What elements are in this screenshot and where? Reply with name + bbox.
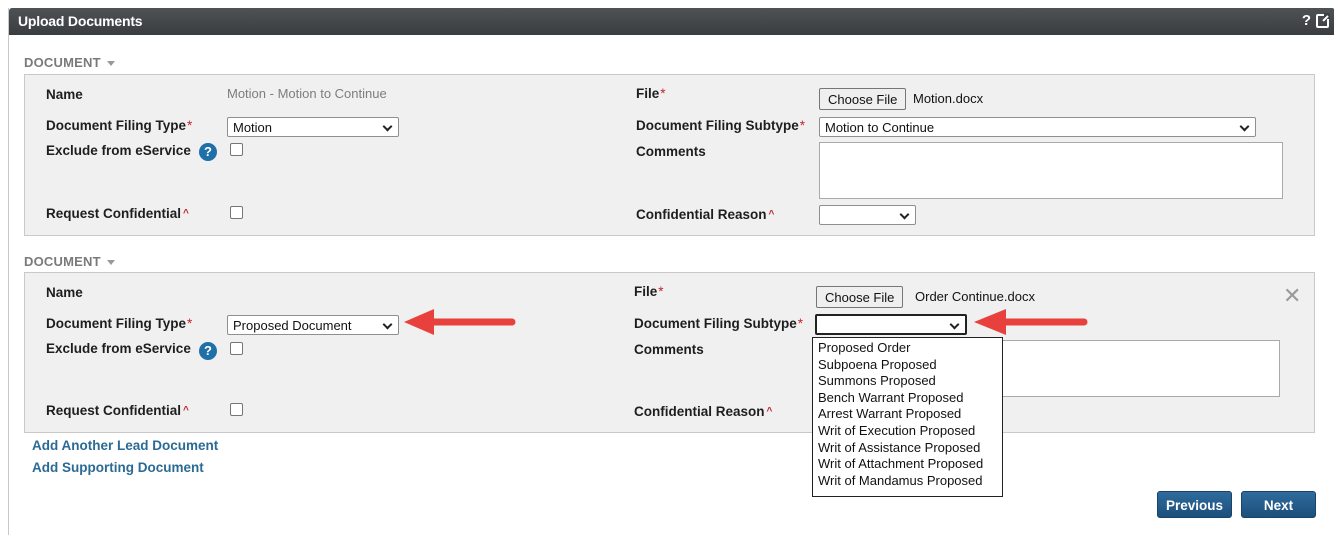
help-circle-icon[interactable]: ? <box>199 342 217 360</box>
filing-subtype-label: Document Filing Subtype* <box>636 118 805 133</box>
request-confidential-text: Request Confidential <box>46 403 182 418</box>
choose-file-button[interactable]: Choose File <box>819 88 907 110</box>
required-mark: * <box>658 284 664 299</box>
filing-type-label: Document Filing Type* <box>46 316 192 331</box>
dropdown-option[interactable]: Bench Warrant Proposed <box>818 390 997 407</box>
file-label-text: File <box>636 86 660 101</box>
caret-down-icon <box>106 61 115 67</box>
file-name: Order Continue.docx <box>915 289 1035 304</box>
document-panel-2: Name File* Choose File Order Continue.do… <box>24 272 1315 433</box>
filing-subtype-label-text: Document Filing Subtype <box>634 316 797 331</box>
filing-type-value: Motion <box>233 120 273 135</box>
request-confidential-checkbox[interactable] <box>230 403 243 416</box>
exclude-eservice-label: Exclude from eService <box>46 143 191 158</box>
file-label-text: File <box>634 284 658 299</box>
required-mark: * <box>187 118 193 133</box>
add-another-lead-document-link[interactable]: Add Another Lead Document <box>32 438 218 453</box>
choose-file-button[interactable]: Choose File <box>816 286 904 308</box>
chevron-down-icon <box>949 319 960 330</box>
required-mark: * <box>660 86 666 101</box>
filing-subtype-label: Document Filing Subtype* <box>634 316 803 331</box>
chevron-down-icon <box>1239 121 1250 132</box>
document-panel-1: Name Motion - Motion to Continue File* C… <box>24 74 1315 236</box>
help-circle-icon[interactable]: ? <box>199 143 217 161</box>
exclude-eservice-label: Exclude from eService <box>46 341 191 356</box>
name-value: Motion - Motion to Continue <box>227 86 387 101</box>
file-label: File* <box>636 86 666 101</box>
filing-type-value: Proposed Document <box>233 318 352 333</box>
confidential-reason-select[interactable] <box>819 205 916 225</box>
section-label-text: DOCUMENT <box>24 55 101 70</box>
window-title: Upload Documents <box>18 13 143 29</box>
confidential-mark: ^ <box>183 405 189 416</box>
confidential-mark: ^ <box>768 209 775 220</box>
next-button[interactable]: Next <box>1241 491 1316 518</box>
confidential-reason-text: Confidential Reason <box>634 404 765 419</box>
chevron-down-icon <box>899 209 910 220</box>
caret-down-icon <box>106 260 115 266</box>
confidential-reason-label: Confidential Reason ^ <box>634 404 772 419</box>
comments-textarea[interactable] <box>819 142 1283 199</box>
dropdown-option[interactable]: Writ of Attachment Proposed <box>818 456 997 473</box>
close-icon[interactable]: ✕ <box>1283 285 1301 307</box>
request-confidential-label: Request Confidential ^ <box>46 206 189 221</box>
filing-subtype-dropdown-list[interactable]: Proposed Order Subpoena Proposed Summons… <box>812 337 1003 497</box>
window-title-bar: Upload Documents ? <box>9 8 1334 35</box>
chevron-down-icon <box>382 121 393 132</box>
section-label-text: DOCUMENT <box>24 254 101 269</box>
help-button[interactable]: ? <box>1302 12 1311 29</box>
file-label: File* <box>634 284 664 299</box>
dropdown-option[interactable]: Summons Proposed <box>818 373 997 390</box>
confidential-mark: ^ <box>183 208 189 219</box>
request-confidential-label: Request Confidential ^ <box>46 403 189 418</box>
filing-subtype-select[interactable] <box>815 314 967 335</box>
dropdown-option[interactable]: Writ of Assistance Proposed <box>818 440 997 457</box>
exclude-eservice-checkbox[interactable] <box>230 342 243 355</box>
chevron-down-icon <box>382 319 393 330</box>
confidential-reason-label: Confidential Reason ^ <box>636 207 774 222</box>
request-confidential-text: Request Confidential <box>46 206 182 221</box>
required-mark: * <box>799 118 806 133</box>
required-mark: * <box>187 316 193 331</box>
required-mark: * <box>797 316 804 331</box>
popout-icon[interactable] <box>1316 13 1330 28</box>
comments-label: Comments <box>634 342 704 357</box>
filing-type-label-text: Document Filing Type <box>46 316 187 331</box>
file-name: Motion.docx <box>913 91 984 106</box>
document-section-label[interactable]: DOCUMENT <box>24 254 115 269</box>
request-confidential-checkbox[interactable] <box>230 206 243 219</box>
add-supporting-document-link[interactable]: Add Supporting Document <box>32 460 204 475</box>
filing-subtype-select[interactable]: Motion to Continue <box>819 117 1256 137</box>
previous-button[interactable]: Previous <box>1157 491 1232 518</box>
dropdown-option[interactable]: Writ of Mandamus Proposed <box>818 473 997 490</box>
exclude-eservice-checkbox[interactable] <box>230 143 243 156</box>
document-section-label[interactable]: DOCUMENT <box>24 55 115 70</box>
dropdown-option[interactable]: Subpoena Proposed <box>818 357 997 374</box>
name-label: Name <box>46 285 83 300</box>
filing-type-label: Document Filing Type* <box>46 118 192 133</box>
filing-type-select[interactable]: Proposed Document <box>227 315 399 335</box>
dropdown-option[interactable]: Proposed Order <box>818 340 997 357</box>
filing-type-select[interactable]: Motion <box>227 117 399 137</box>
dropdown-option[interactable]: Writ of Execution Proposed <box>818 423 997 440</box>
name-label: Name <box>46 87 83 102</box>
comments-label: Comments <box>636 144 706 159</box>
confidential-mark: ^ <box>766 406 773 417</box>
confidential-reason-text: Confidential Reason <box>636 207 767 222</box>
filing-subtype-value: Motion to Continue <box>825 120 935 135</box>
filing-type-label-text: Document Filing Type <box>46 118 187 133</box>
dropdown-option[interactable]: Arrest Warrant Proposed <box>818 406 997 423</box>
filing-subtype-label-text: Document Filing Subtype <box>636 118 799 133</box>
